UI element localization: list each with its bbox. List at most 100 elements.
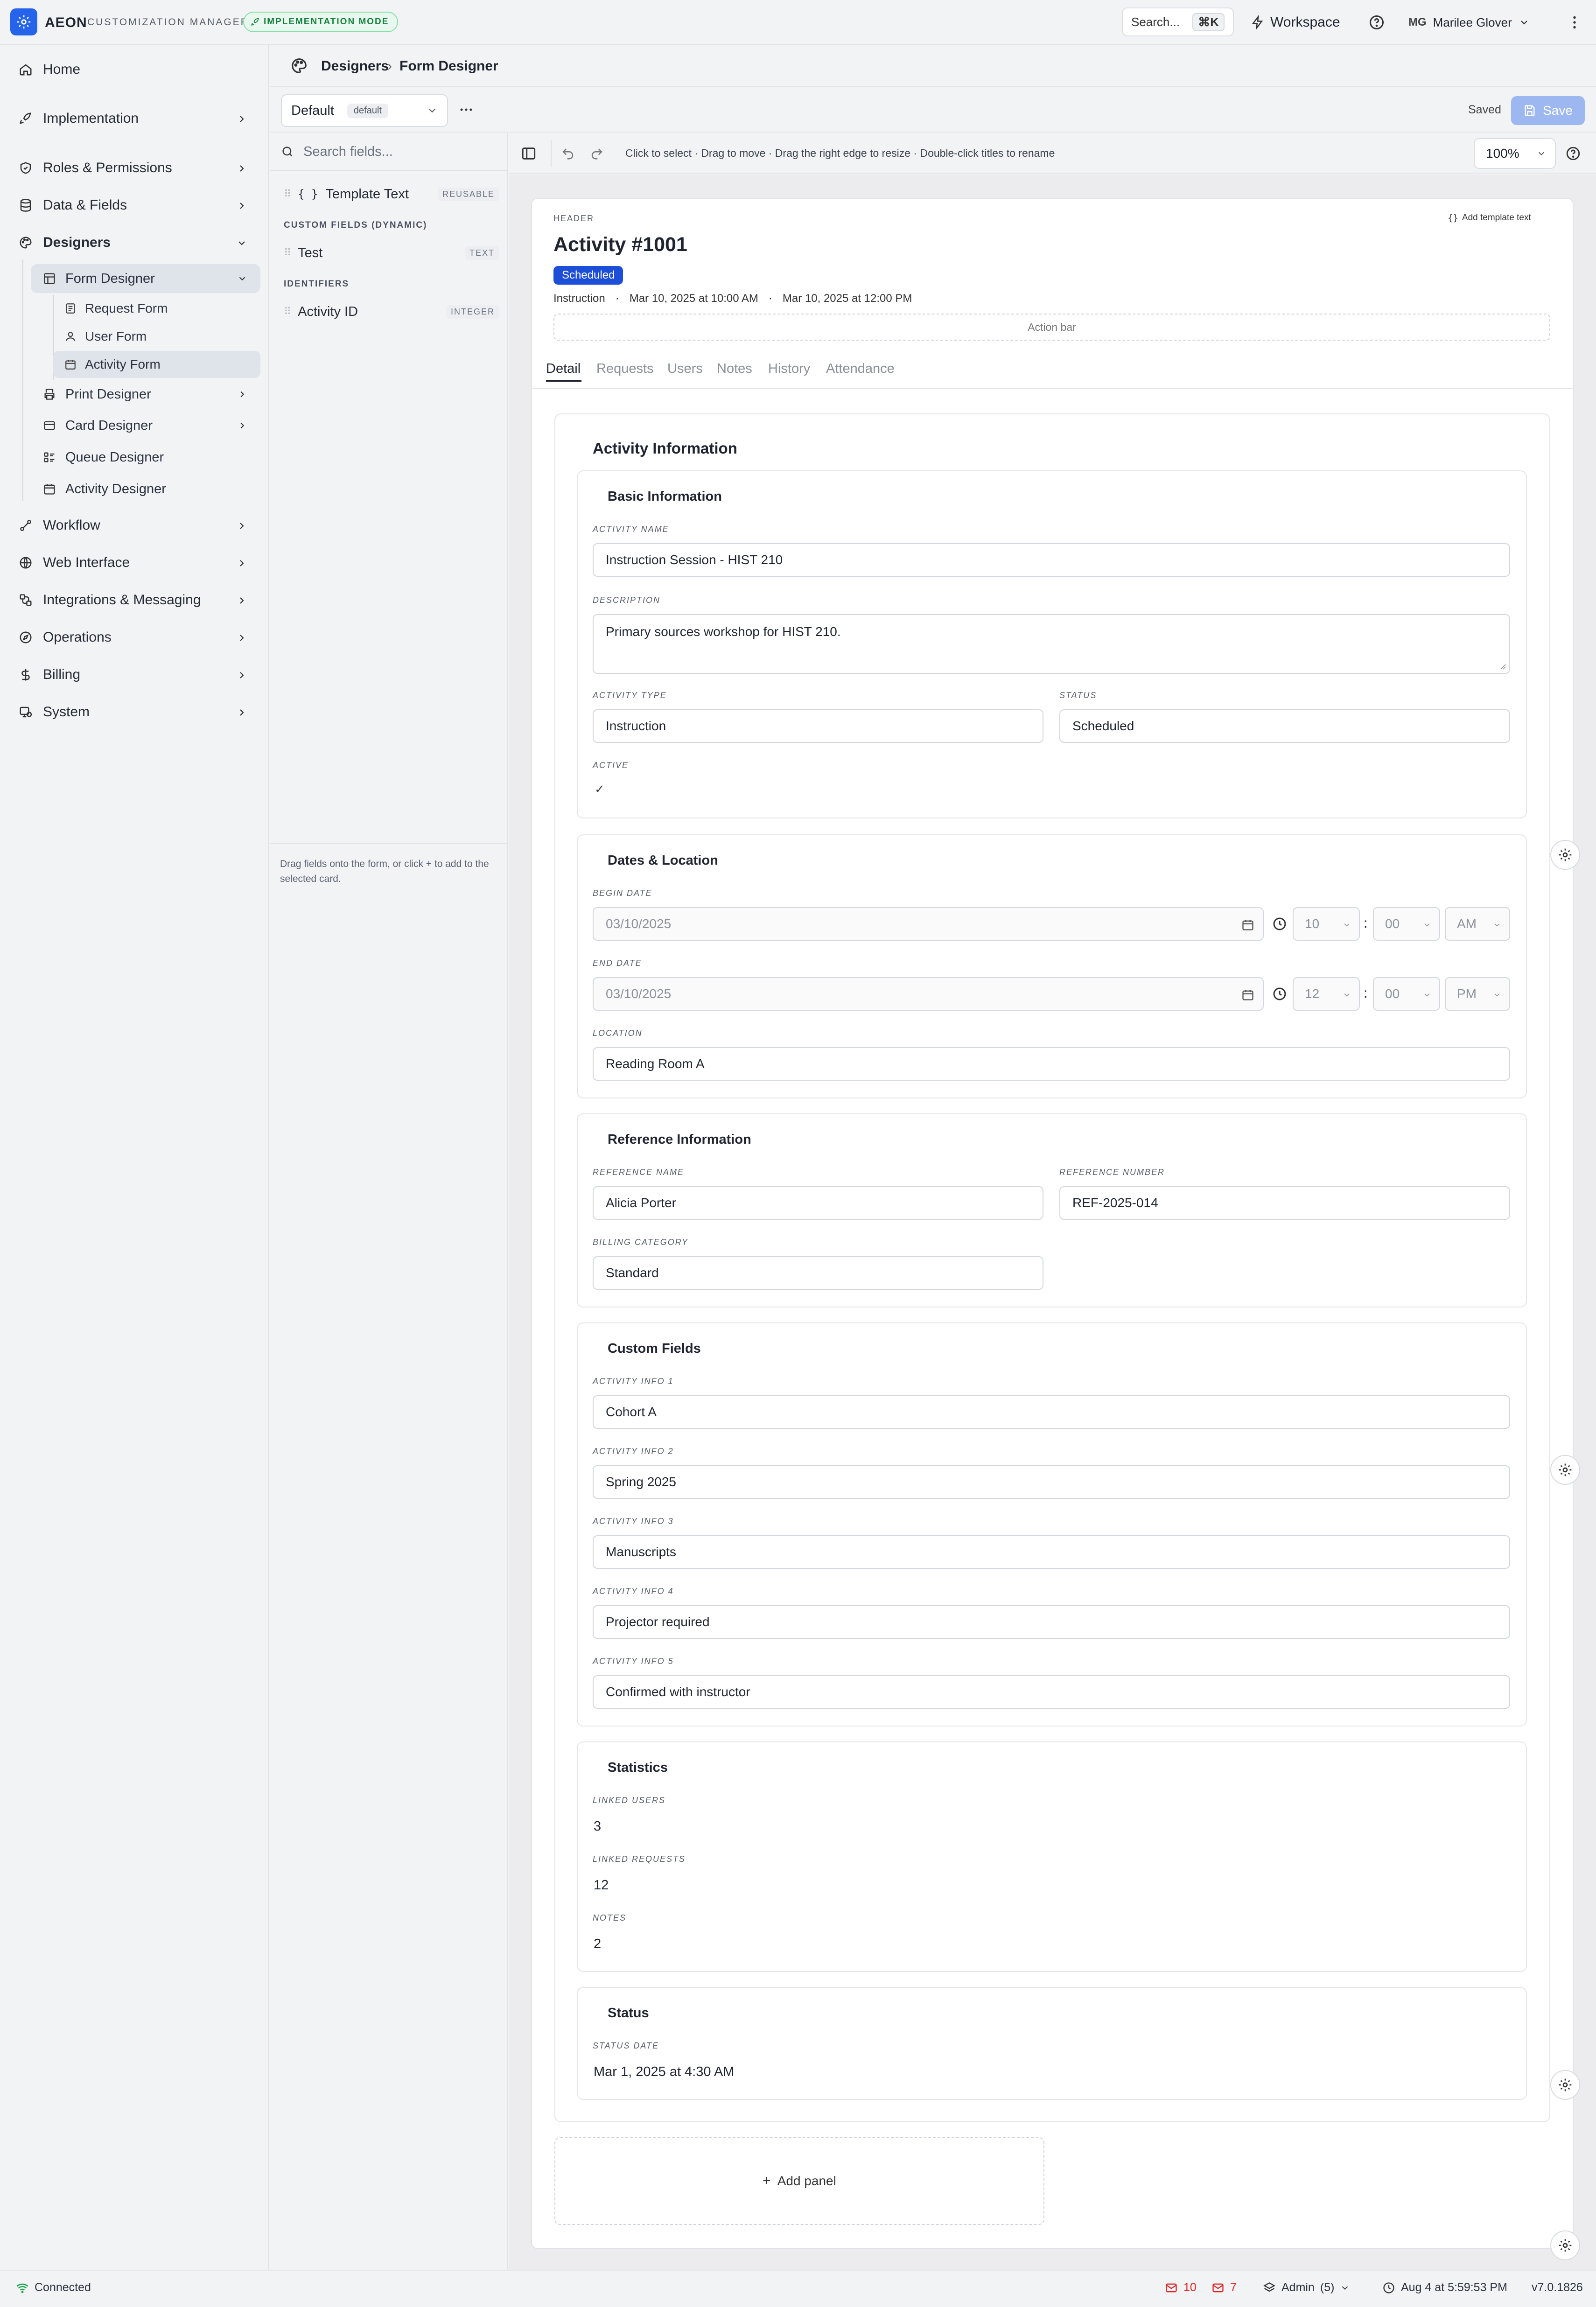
tab-history[interactable]: History (768, 361, 810, 377)
sidebar-item-request-form[interactable]: Request Form (53, 295, 260, 322)
save-button[interactable]: Save (1511, 96, 1585, 125)
chevron-right-icon (240, 422, 245, 429)
sidebar-item-system[interactable]: System (9, 697, 261, 727)
status-section[interactable] (577, 1987, 1527, 2100)
billing-category-field[interactable]: Standard (593, 1256, 1043, 1290)
sidebar-item-queue-designer[interactable]: Queue Designer (31, 443, 260, 472)
activity-info-3-field[interactable]: Manuscripts (593, 1535, 1510, 1569)
calendar-icon[interactable] (1241, 918, 1254, 931)
field-activity-id[interactable]: ⠿ Activity ID INTEGER (284, 300, 499, 324)
activity-type-label: ACTIVITY TYPE (593, 691, 667, 700)
tab-requests[interactable]: Requests (596, 361, 654, 377)
sidebar-item-implementation[interactable]: Implementation (9, 103, 261, 134)
toolbar-divider (551, 140, 552, 167)
begin-minute-select[interactable]: 00 (1373, 907, 1440, 941)
activity-type-field[interactable]: Instruction (593, 709, 1043, 743)
mail-queue-1[interactable]: 10 (1165, 2281, 1197, 2294)
action-bar-placeholder[interactable]: Action bar (553, 314, 1550, 341)
panel-toggle-icon[interactable] (521, 146, 537, 161)
more-vertical-icon[interactable] (1566, 14, 1583, 31)
reference-number-field[interactable]: REF-2025-014 (1059, 1186, 1510, 1220)
sidebar-item-roles[interactable]: Roles & Permissions (9, 153, 261, 183)
end-ampm-select[interactable]: PM (1445, 977, 1510, 1011)
help-icon[interactable] (1368, 14, 1385, 31)
sidebar-item-print-designer[interactable]: Print Designer (31, 380, 260, 409)
sidebar-item-card-designer[interactable]: Card Designer (31, 411, 260, 440)
add-panel-button[interactable]: + Add panel (554, 2137, 1044, 2225)
begin-date-field[interactable]: 03/10/2025 (593, 907, 1264, 941)
mail-queue-2[interactable]: 7 (1211, 2281, 1237, 2294)
sidebar-item-data-fields[interactable]: Data & Fields (9, 190, 261, 221)
sidebar-item-workflow[interactable]: Workflow (9, 510, 261, 541)
field-search-input[interactable]: Search fields... (270, 133, 507, 171)
chevron-right-icon (240, 672, 244, 678)
drag-handle-icon[interactable]: ⠿ (284, 247, 291, 259)
globe-icon (20, 557, 32, 569)
active-checkbox[interactable]: ✓ (595, 782, 605, 797)
redo-icon[interactable] (590, 147, 604, 161)
tab-notes[interactable]: Notes (717, 361, 752, 377)
sidebar-item-home[interactable]: Home (9, 54, 261, 85)
section-title: Reference Information (608, 1132, 751, 1147)
settings-gear-icon[interactable] (1550, 2070, 1580, 2100)
description-field[interactable]: Primary sources workshop for HIST 210. (593, 614, 1510, 674)
sidebar (0, 45, 269, 2270)
save-icon (1525, 105, 1535, 116)
calendar-icon[interactable] (1241, 988, 1254, 1001)
begin-hour-select[interactable]: 10 (1293, 907, 1360, 941)
tab-attendance[interactable]: Attendance (826, 361, 895, 377)
sidebar-item-form-designer[interactable]: Form Designer (31, 264, 260, 293)
end-date-field[interactable]: 03/10/2025 (593, 977, 1264, 1011)
help-icon[interactable] (1565, 146, 1581, 161)
statistics-section[interactable] (577, 1741, 1527, 1972)
end-hour-select[interactable]: 12 (1293, 977, 1360, 1011)
drag-handle-icon[interactable]: ⠿ (284, 306, 291, 318)
undo-icon[interactable] (561, 147, 575, 161)
activity-info-4-field[interactable]: Projector required (593, 1605, 1510, 1639)
app-brand: AEON (45, 15, 87, 30)
drag-handle-icon[interactable]: ⠿ (284, 188, 291, 200)
sidebar-item-activity-form[interactable]: Activity Form (53, 351, 260, 378)
global-search-button[interactable]: Search... ⌘K (1122, 7, 1234, 36)
zoom-select[interactable]: 100% (1474, 138, 1556, 169)
begin-ampm-select[interactable]: AM (1445, 907, 1510, 941)
resize-handle-icon[interactable] (1498, 662, 1506, 670)
activity-info-2-field[interactable]: Spring 2025 (593, 1465, 1510, 1499)
tab-users[interactable]: Users (667, 361, 703, 377)
add-template-text-button[interactable]: {} Add template text (1448, 213, 1531, 223)
workspace-button[interactable]: Workspace (1251, 11, 1340, 34)
sidebar-item-billing[interactable]: Billing (9, 659, 261, 690)
field-test[interactable]: ⠿ Test TEXT (284, 241, 499, 265)
app-logo-icon[interactable] (10, 8, 37, 35)
calendar-icon (65, 360, 76, 370)
activity-name-field[interactable]: Instruction Session - HIST 210 (593, 543, 1510, 577)
sidebar-item-web-interface[interactable]: Web Interface (9, 547, 261, 578)
activity-info-5-field[interactable]: Confirmed with instructor (593, 1675, 1510, 1709)
reference-name-field[interactable]: Alicia Porter (593, 1186, 1043, 1220)
version-label: v7.0.1826 (1532, 2281, 1583, 2294)
activity-info-1-field[interactable]: Cohort A (593, 1395, 1510, 1429)
role-switcher[interactable]: Admin (5) (1263, 2281, 1350, 2294)
sidebar-item-user-form[interactable]: User Form (53, 323, 260, 350)
tab-detail[interactable]: Detail (546, 361, 581, 377)
field-group-custom: CUSTOM FIELDS (DYNAMIC) (284, 220, 427, 230)
sidebar-item-activity-designer[interactable]: Activity Designer (31, 475, 260, 503)
settings-gear-icon[interactable] (1550, 840, 1580, 870)
linked-requests-label: LINKED REQUESTS (593, 1854, 686, 1864)
layout-select[interactable]: Default default (281, 94, 448, 127)
settings-gear-icon[interactable] (1550, 1455, 1580, 1485)
user-menu[interactable]: MG Marilee Glover (1408, 12, 1530, 33)
sidebar-item-operations[interactable]: Operations (9, 622, 261, 653)
field-template-text[interactable]: ⠿ { } Template Text REUSABLE (284, 182, 499, 206)
breadcrumb-parent[interactable]: Designers (321, 58, 389, 74)
end-minute-select[interactable]: 00 (1373, 977, 1440, 1011)
activity-name-label: ACTIVITY NAME (593, 524, 669, 534)
location-field[interactable]: Reading Room A (593, 1047, 1510, 1081)
rocket-icon (251, 18, 259, 26)
sidebar-item-designers[interactable]: Designers (9, 227, 261, 258)
custom-fields-section[interactable] (577, 1322, 1527, 1727)
settings-gear-icon[interactable] (1550, 2230, 1580, 2260)
more-horizontal-icon[interactable] (458, 102, 474, 118)
status-field[interactable]: Scheduled (1059, 709, 1510, 743)
sidebar-item-integrations[interactable]: Integrations & Messaging (9, 585, 261, 615)
